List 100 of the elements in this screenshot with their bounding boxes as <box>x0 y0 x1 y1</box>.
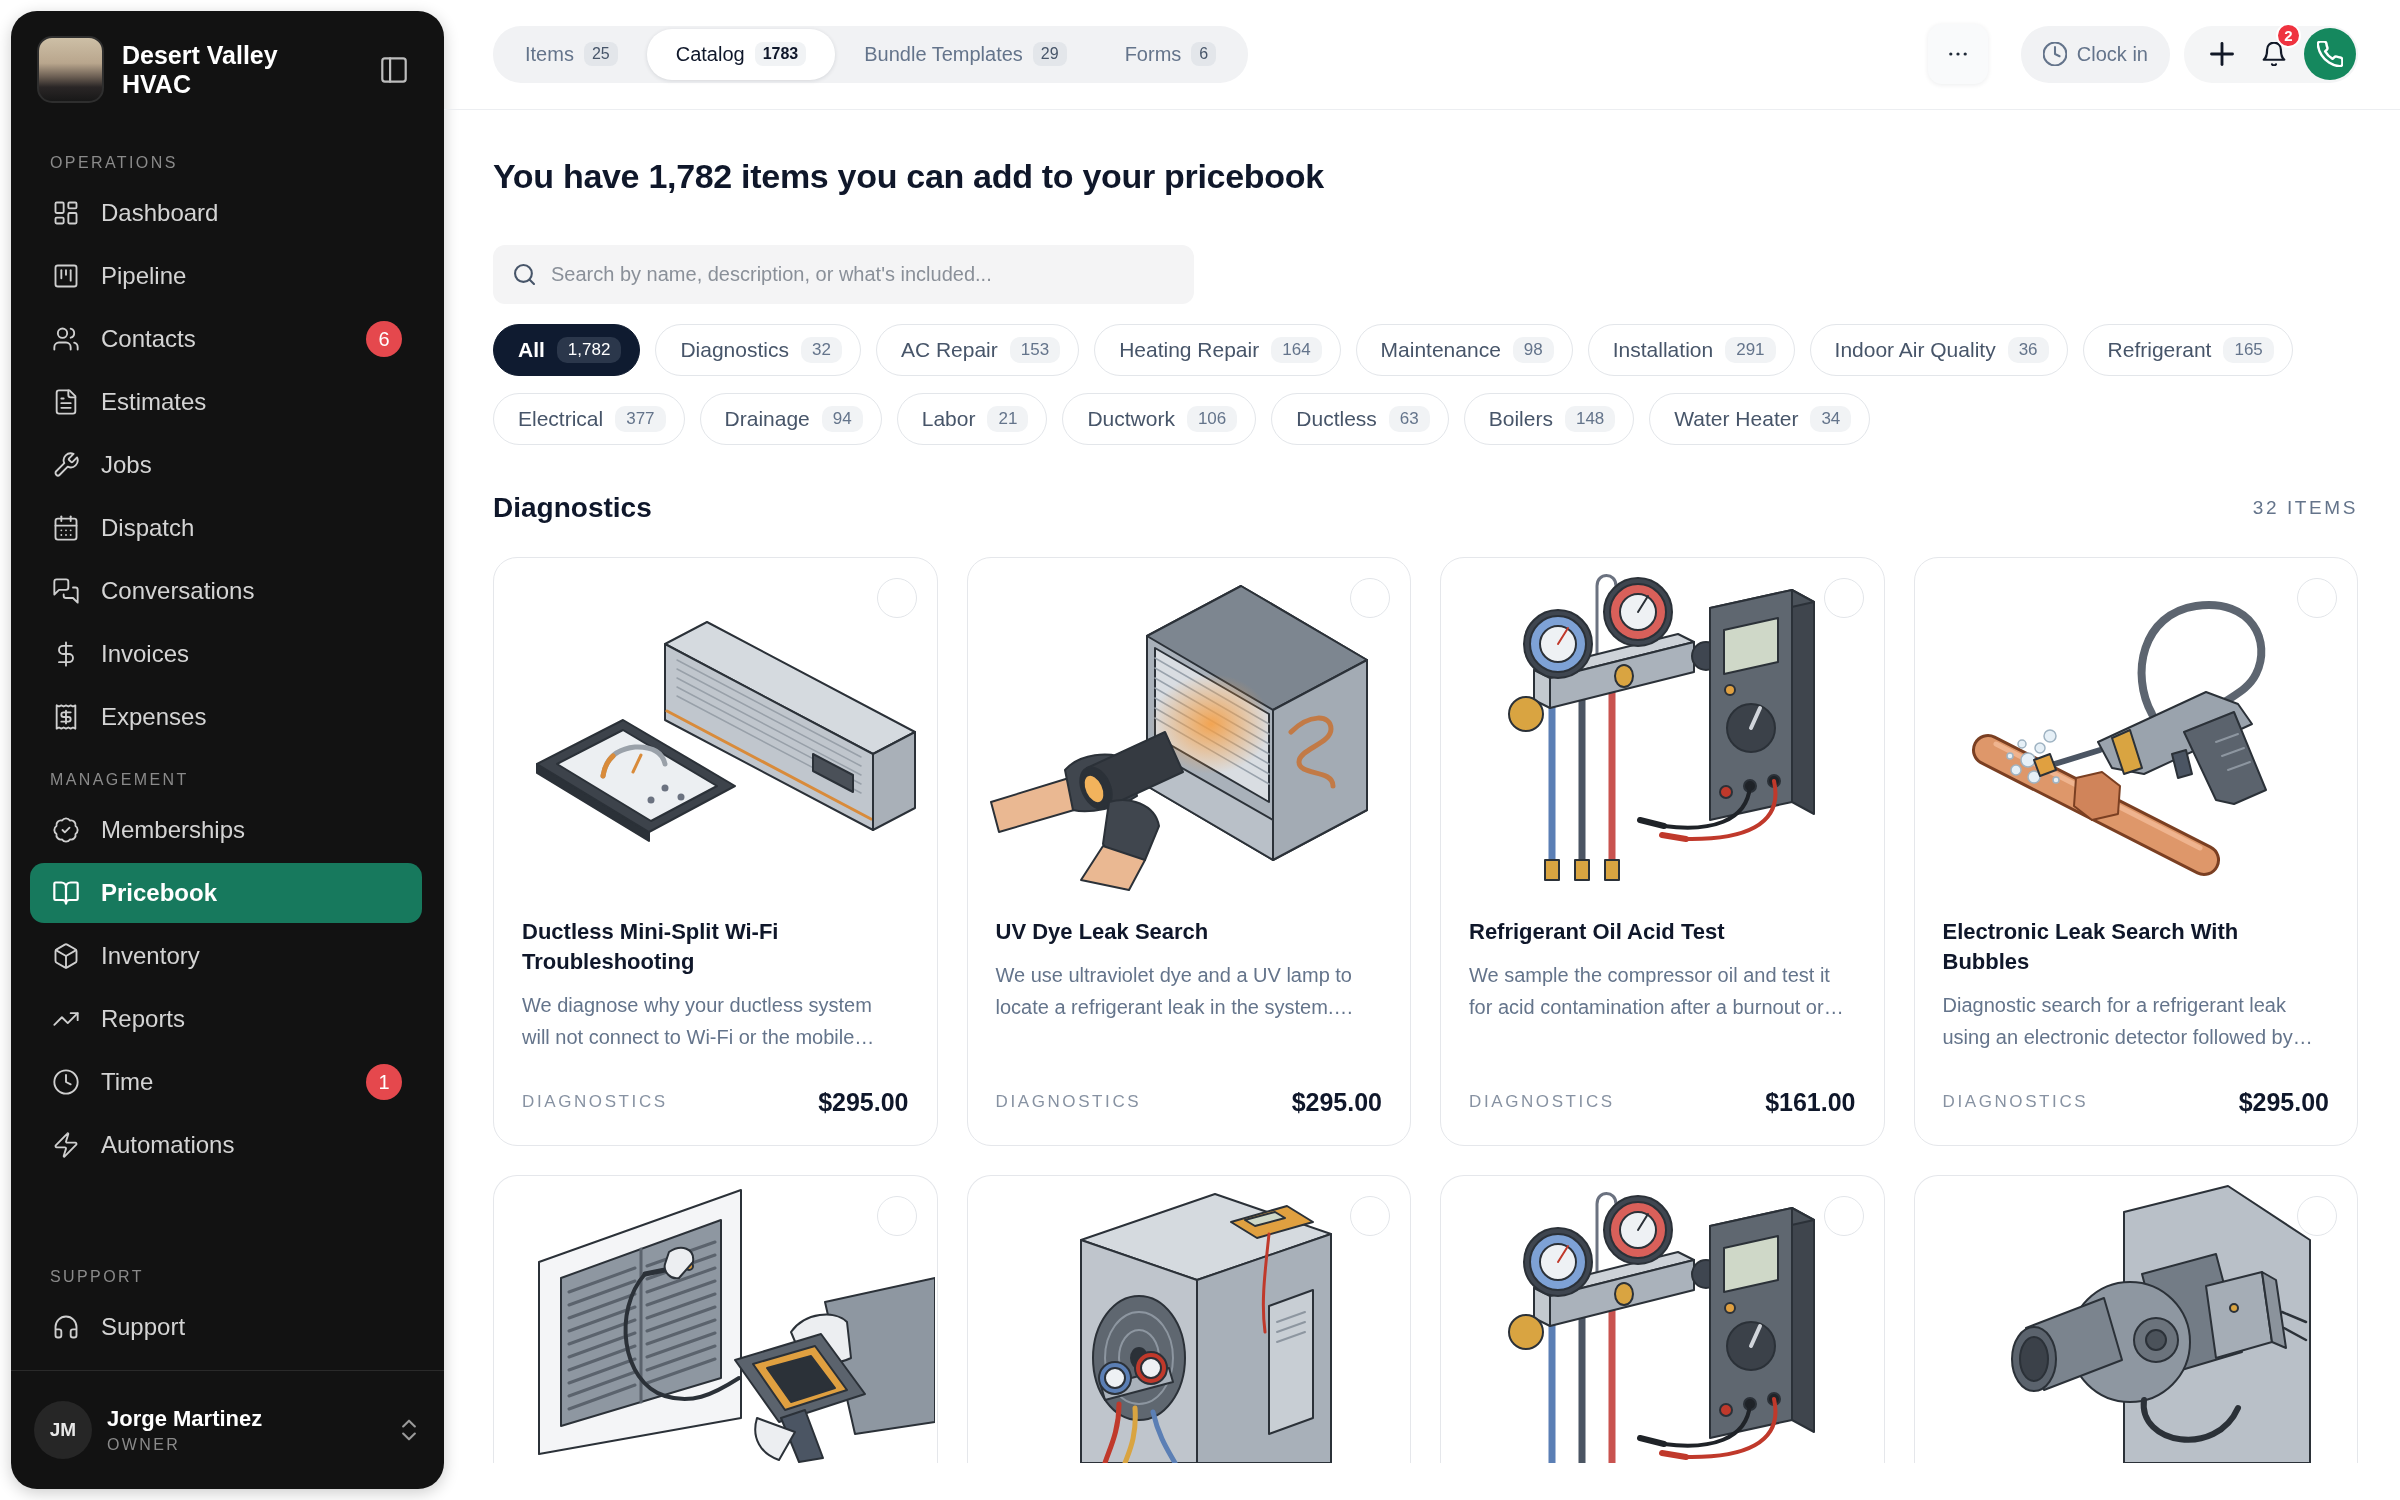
nav-item[interactable]: Time 1 <box>30 1052 422 1112</box>
notification-count: 6 <box>366 321 402 357</box>
select-radio[interactable] <box>876 578 917 618</box>
product-card[interactable]: Electronic Leak Search With Bubbles Diagnostic search for a refrigerant leak using an electronic detector followed by… DIAGNOSTICS $295.00 <box>1913 557 2358 1146</box>
nav-item[interactable]: Expenses <box>30 687 422 747</box>
filter-chip[interactable]: Heating Repair 164 <box>1094 324 1341 376</box>
filter-chip[interactable]: Ductless 63 <box>1271 393 1449 445</box>
filter-chip[interactable]: Indoor Air Quality 36 <box>1809 324 2068 376</box>
chip-count: 377 <box>615 406 666 432</box>
user-role: OWNER <box>107 1436 182 1454</box>
user-avatar: JM <box>34 1401 92 1459</box>
select-radio[interactable] <box>876 1196 917 1236</box>
nav-item[interactable]: Invoices <box>30 624 422 684</box>
nav-item[interactable]: Conversations <box>30 561 422 621</box>
page-heading: You have 1,782 items you can add to your pricebook <box>493 156 1325 197</box>
notification-count: 1 <box>366 1064 402 1100</box>
filter-chip[interactable]: All 1,782 <box>493 324 641 376</box>
grid-icon <box>52 199 80 227</box>
product-card[interactable] <box>493 1175 938 1463</box>
filter-chip[interactable]: Installation 291 <box>1587 324 1795 376</box>
select-radio[interactable] <box>2297 1196 2337 1236</box>
price: $295.00 <box>2238 1087 2329 1117</box>
search-field[interactable]: Search by name, description, or what's included... <box>493 245 1194 304</box>
filter-chip[interactable]: Water Heater 34 <box>1649 393 1871 445</box>
chip-count: 94 <box>821 406 863 432</box>
filter-chip[interactable]: Maintenance 98 <box>1355 324 1573 376</box>
select-radio[interactable] <box>1350 578 1390 618</box>
book-icon <box>52 879 80 907</box>
nav-item[interactable]: Support <box>30 1297 422 1357</box>
select-radio[interactable] <box>1823 1196 1864 1236</box>
chip-count: 148 <box>1564 406 1616 432</box>
product-card[interactable] <box>966 1175 1411 1463</box>
chip-count: 21 <box>987 406 1029 432</box>
section-label: MANAGEMENT <box>49 771 190 789</box>
category-label: DIAGNOSTICS <box>995 1091 1142 1113</box>
nav-item[interactable]: Automations <box>30 1115 422 1175</box>
chip-count: 32 <box>800 337 842 363</box>
card-title: Ductless Mini-Split Wi-Fi Troubleshooting <box>522 918 780 976</box>
photo-placeholder <box>37 36 104 103</box>
nav-item[interactable]: Contacts 6 <box>30 309 422 369</box>
category-label: DIAGNOSTICS <box>1942 1091 2089 1113</box>
chip-count: 164 <box>1271 337 1322 363</box>
nav-item[interactable]: Dashboard <box>30 183 422 243</box>
filter-chip[interactable]: Drainage 94 <box>699 393 882 445</box>
kanban-icon <box>52 262 80 290</box>
nav-item[interactable]: Pipeline <box>30 246 422 306</box>
filter-chip[interactable]: Ductwork 106 <box>1062 393 1257 445</box>
chevrons-up-down-icon[interactable] <box>402 1419 416 1441</box>
section-title: Diagnostics <box>493 491 652 525</box>
section-label: OPERATIONS <box>49 154 179 172</box>
filter-chip[interactable]: Electrical 377 <box>493 393 685 445</box>
price: $295.00 <box>1291 1087 1382 1117</box>
price: $161.00 <box>1765 1087 1856 1117</box>
filter-chip[interactable]: Diagnostics 32 <box>655 324 861 376</box>
nav-item[interactable]: Inventory <box>30 926 422 986</box>
clock-in-button[interactable]: Clock in <box>2020 25 2170 83</box>
nav-item[interactable]: Reports <box>30 989 422 1049</box>
lightning-icon <box>52 1131 80 1159</box>
filter-chip[interactable]: Boilers 148 <box>1463 393 1635 445</box>
phone-button[interactable] <box>2304 28 2356 80</box>
panel-icon[interactable] <box>381 56 407 83</box>
category-label: DIAGNOSTICS <box>1469 1091 1615 1113</box>
select-radio[interactable] <box>2297 578 2337 618</box>
tab-count: 29 <box>1032 42 1067 66</box>
chip-count: 63 <box>1388 406 1430 432</box>
tab[interactable]: Forms 6 <box>1095 28 1246 80</box>
badge-check-icon <box>52 816 80 844</box>
filter-chip[interactable]: Refrigerant 165 <box>2082 324 2293 376</box>
item-count: 32 ITEMS <box>2252 497 2358 519</box>
product-card[interactable] <box>1440 1175 1885 1463</box>
select-radio[interactable] <box>1823 578 1864 618</box>
product-card[interactable] <box>1913 1175 2358 1463</box>
filter-chip[interactable]: AC Repair 153 <box>875 324 1080 376</box>
tab-count: 1783 <box>754 42 807 66</box>
tab[interactable]: Items 25 <box>496 28 647 80</box>
nav-item[interactable]: Jobs <box>30 435 422 495</box>
product-card[interactable]: Ductless Mini-Split Wi-Fi Troubleshooting We diagnose why your ductless system will not connect to Wi-Fi or the mobile… DIAGNOSTICS $295.00 <box>493 557 938 1146</box>
wrench-icon <box>52 451 80 479</box>
nav-item[interactable]: Estimates <box>30 372 422 432</box>
chip-count: 34 <box>1810 406 1852 432</box>
section-label: SUPPORT <box>49 1268 145 1286</box>
tab[interactable]: Bundle Templates 29 <box>835 28 1096 80</box>
select-radio[interactable] <box>1350 1196 1390 1236</box>
nav-item[interactable]: Dispatch <box>30 498 422 558</box>
tab[interactable]: Catalog 1783 <box>646 28 836 80</box>
card-title: Refrigerant Oil Acid Test <box>1469 918 1726 946</box>
nav-item[interactable]: Memberships <box>30 800 422 860</box>
card-description: Diagnostic search for a refrigerant leak using an electronic detector followed by… <box>1942 993 2314 1050</box>
notification-count: 2 <box>2276 23 2301 48</box>
card-title: Electronic Leak Search With Bubbles <box>1942 918 2240 976</box>
clock-icon <box>2042 42 2067 66</box>
bell-icon <box>2262 42 2286 66</box>
product-card[interactable]: UV Dye Leak Search We use ultraviolet dye and a UV lamp to locate a refrigerant leak in the system.… DIAGNOSTICS $295.00 <box>966 557 1411 1146</box>
card-description: We use ultraviolet dye and a UV lamp to locate a refrigerant leak in the system.… <box>995 963 1355 1020</box>
nav-item[interactable]: Pricebook <box>30 863 422 923</box>
product-card[interactable]: Refrigerant Oil Acid Test We sample the compressor oil and test it for acid contamination after a burnout or… DIAGNOSTICS $161.00 <box>1440 557 1885 1146</box>
filter-chip[interactable]: Labor 21 <box>896 393 1048 445</box>
chip-count: 291 <box>1725 337 1776 363</box>
clock-icon <box>52 1068 80 1096</box>
plus-icon <box>2210 42 2234 66</box>
